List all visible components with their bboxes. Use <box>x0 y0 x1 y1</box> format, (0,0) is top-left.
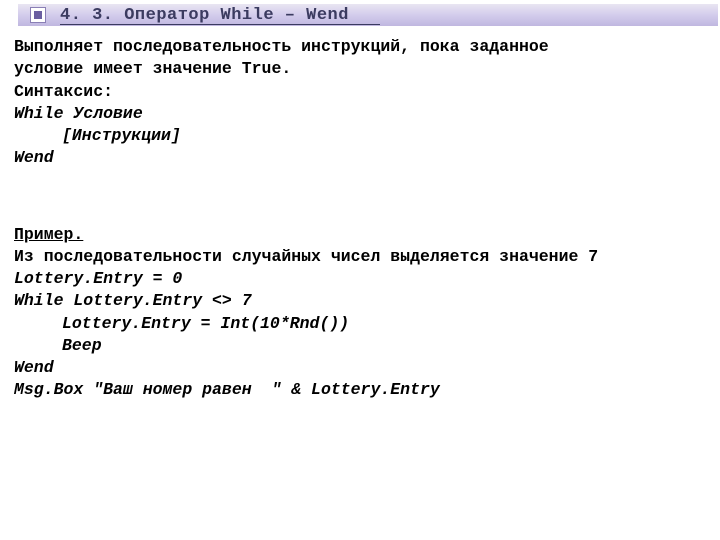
bullet-icon <box>30 7 46 23</box>
syntax-line-3: Wend <box>14 147 706 169</box>
title-bar: 4. 3. Оператор While – Wend <box>18 4 718 26</box>
example-desc: Из последовательности случайных чисел вы… <box>14 246 706 268</box>
example-code-5: Wend <box>14 357 706 379</box>
bullet-inner-icon <box>34 11 42 19</box>
intro-line-1: Выполняет последовательность инструкций,… <box>14 36 706 58</box>
example-code-1: Lottery.Entry = 0 <box>14 268 706 290</box>
intro-line-2: условие имеет значение True. <box>14 58 706 80</box>
section-title: 4. 3. Оператор While – Wend <box>60 6 349 25</box>
example-heading: Пример. <box>14 224 706 246</box>
title-underline <box>60 24 380 25</box>
content-area: Выполняет последовательность инструкций,… <box>0 26 720 402</box>
example-code-4: Beep <box>14 335 706 357</box>
example-code-3: Lottery.Entry = Int(10*Rnd()) <box>14 313 706 335</box>
example-code-2: While Lottery.Entry <> 7 <box>14 290 706 312</box>
syntax-line-2: [Инструкции] <box>14 125 706 147</box>
syntax-line-1: While Условие <box>14 103 706 125</box>
example-code-6: Msg.Box "Ваш номер равен " & Lottery.Ent… <box>14 379 706 401</box>
intro-line-3: Синтаксис: <box>14 81 706 103</box>
document-page: 4. 3. Оператор While – Wend Выполняет по… <box>0 4 720 540</box>
spacer <box>14 170 706 224</box>
